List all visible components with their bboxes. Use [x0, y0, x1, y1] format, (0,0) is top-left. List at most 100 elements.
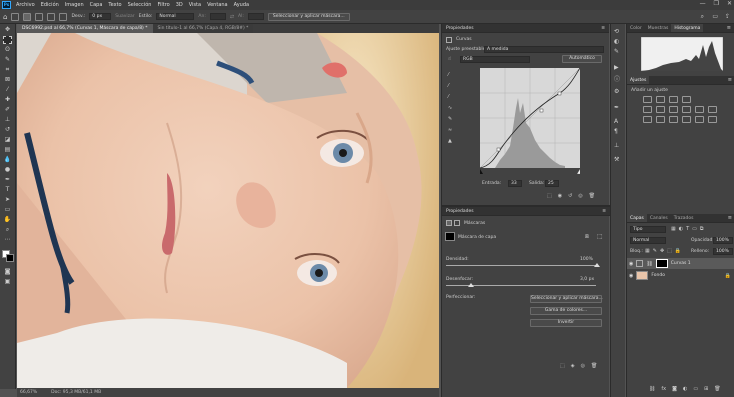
tab-layers[interactable]: Capas: [627, 214, 647, 222]
tab-adjustments[interactable]: Ajustes: [627, 76, 650, 84]
search-icon[interactable]: ⌕: [701, 13, 704, 21]
visibility-eye-icon[interactable]: ◉: [629, 273, 633, 279]
menu-edicion[interactable]: Edición: [38, 2, 62, 8]
close-icon[interactable]: ✕: [727, 0, 732, 7]
zoom-level[interactable]: 66,67%: [20, 390, 37, 395]
dodge-tool-icon[interactable]: ●: [3, 166, 12, 174]
tab-channels[interactable]: Canales: [647, 214, 671, 222]
filter-adjust-icon[interactable]: ◐: [679, 226, 683, 232]
visibility-eye-icon[interactable]: ◉: [629, 261, 633, 267]
lasso-tool-icon[interactable]: ʘ: [3, 46, 12, 54]
mask-visibility-icon[interactable]: ◎: [581, 363, 585, 369]
frame-tool-icon[interactable]: ⊠: [3, 76, 12, 84]
channel-select[interactable]: RGB: [460, 56, 530, 63]
fill-input[interactable]: 100%: [713, 248, 733, 255]
zoom-tool-icon[interactable]: ⌕: [3, 226, 12, 234]
info-icon[interactable]: ⓘ: [614, 74, 620, 83]
select-and-mask-button[interactable]: Seleccionar y aplicar máscara...: [530, 295, 603, 303]
panel-menu-icon[interactable]: ≡: [602, 209, 606, 214]
layer-name[interactable]: Fondo: [651, 273, 665, 278]
auto-button[interactable]: Automático: [562, 55, 602, 63]
gray-point-eyedropper-icon[interactable]: ⁄: [448, 83, 449, 89]
marquee-tool-icon[interactable]: [3, 36, 12, 44]
channel-mixer-icon[interactable]: [708, 106, 717, 113]
move-tool-icon[interactable]: ✥: [3, 26, 12, 34]
swap-icon[interactable]: ⇄: [230, 14, 234, 20]
preset-select[interactable]: A medida: [484, 46, 604, 53]
clip-to-layer-icon[interactable]: ⬚: [547, 193, 552, 199]
path-select-tool-icon[interactable]: ➤: [3, 196, 12, 204]
filter-type-icon[interactable]: T: [686, 226, 689, 232]
add-mask-icon[interactable]: ◙: [672, 386, 677, 392]
filter-shape-icon[interactable]: ▭: [692, 226, 697, 232]
apply-mask-icon[interactable]: ◈: [571, 363, 575, 369]
curves-icon[interactable]: [669, 96, 678, 103]
tab-sin-titulo[interactable]: Sin título-1 al 66,7% (Capa 4, RGB/8#) *: [152, 24, 254, 33]
subtract-selection-icon[interactable]: [47, 12, 56, 21]
invert-adjust-icon[interactable]: [643, 116, 652, 123]
levels-icon[interactable]: [656, 96, 665, 103]
layer-row[interactable]: ◉ Fondo 🔒: [627, 270, 734, 281]
tab-swatches[interactable]: Muestras: [645, 24, 672, 32]
filter-smart-icon[interactable]: ⧉: [700, 226, 704, 232]
intersect-selection-icon[interactable]: [59, 12, 68, 21]
minimize-icon[interactable]: —: [700, 0, 706, 7]
pencil-curve-icon[interactable]: ✎: [448, 116, 452, 122]
curves-panel-tab[interactable]: Propiedades ≡: [442, 24, 609, 33]
select-mask-button[interactable]: Seleccionar y aplicar máscara...: [267, 12, 350, 21]
blend-mode-select[interactable]: Normal: [630, 237, 666, 244]
view-previous-icon[interactable]: ◉: [558, 193, 562, 199]
reset-icon[interactable]: ↺: [568, 193, 572, 199]
adjustments-strip-icon[interactable]: ◐: [614, 38, 619, 45]
vibrance-icon[interactable]: [643, 106, 652, 113]
lock-paint-icon[interactable]: ✎: [653, 248, 657, 254]
hand-tool-icon[interactable]: ✋: [3, 216, 12, 224]
posterize-icon[interactable]: [656, 116, 665, 123]
input-value-field[interactable]: 33: [508, 180, 522, 187]
tab-dsc6992[interactable]: DSC6992.psd al 66,7% (Curvas 1, Máscara …: [17, 24, 153, 33]
load-selection-icon[interactable]: ⬚: [560, 363, 565, 369]
properties-strip-icon[interactable]: ⚙: [614, 88, 619, 95]
clone-stamp-tool-icon[interactable]: ⊥: [3, 116, 12, 124]
menu-ventana[interactable]: Ventana: [204, 2, 231, 8]
height-input[interactable]: [247, 13, 264, 20]
lock-pixels-icon[interactable]: ▦: [645, 248, 650, 254]
hand-adjust-icon[interactable]: ☝: [448, 56, 451, 62]
vector-mask-add-icon[interactable]: ⬚: [597, 233, 603, 240]
select-mask-icon[interactable]: ⧈: [585, 233, 589, 241]
layer-name[interactable]: Curvas 1: [671, 261, 691, 266]
masks-panel-tab[interactable]: Propiedades ≡: [442, 207, 610, 216]
panel-menu-icon[interactable]: ≡: [728, 214, 732, 222]
menu-filtro[interactable]: Filtro: [154, 2, 172, 8]
feather-input[interactable]: 0 px: [89, 13, 112, 20]
white-point-eyedropper-icon[interactable]: ⁄: [448, 94, 449, 100]
new-adjustment-icon[interactable]: ◐: [683, 386, 687, 392]
color-range-button[interactable]: Gama de colores...: [530, 307, 602, 315]
menu-vista[interactable]: Vista: [186, 2, 204, 8]
healing-brush-tool-icon[interactable]: ✚: [3, 96, 12, 104]
quick-mask-icon[interactable]: ◙: [3, 268, 12, 276]
marquee-tool-preset-icon[interactable]: [11, 12, 20, 21]
background-color-swatch[interactable]: [6, 254, 14, 262]
tool-presets-icon[interactable]: ⚒: [614, 156, 619, 163]
hue-saturation-icon[interactable]: [656, 106, 665, 113]
add-selection-icon[interactable]: [35, 12, 44, 21]
history-icon[interactable]: ⟲: [614, 28, 619, 35]
lock-position-icon[interactable]: ✥: [660, 248, 664, 254]
new-selection-icon[interactable]: [23, 12, 32, 21]
glyphs-icon[interactable]: A: [614, 118, 618, 125]
layer-filter-select[interactable]: Tipo: [630, 226, 666, 233]
link-layers-icon[interactable]: ⛓: [649, 386, 655, 392]
pen-tool-icon[interactable]: ✒: [3, 176, 12, 184]
color-lookup-icon[interactable]: [708, 116, 717, 123]
curves-graph[interactable]: [480, 68, 580, 174]
layer-mask-thumbnail[interactable]: [655, 259, 668, 268]
smooth-curve-icon[interactable]: ≈: [448, 127, 452, 133]
document-canvas[interactable]: [17, 33, 439, 388]
selective-color-icon[interactable]: [695, 116, 704, 123]
delete-mask-icon[interactable]: 🗑: [591, 363, 597, 369]
feather-slider-handle[interactable]: [468, 283, 474, 287]
vector-mask-icon[interactable]: [454, 220, 460, 226]
panel-menu-icon[interactable]: ≡: [727, 24, 731, 32]
menu-imagen[interactable]: Imagen: [62, 2, 87, 8]
